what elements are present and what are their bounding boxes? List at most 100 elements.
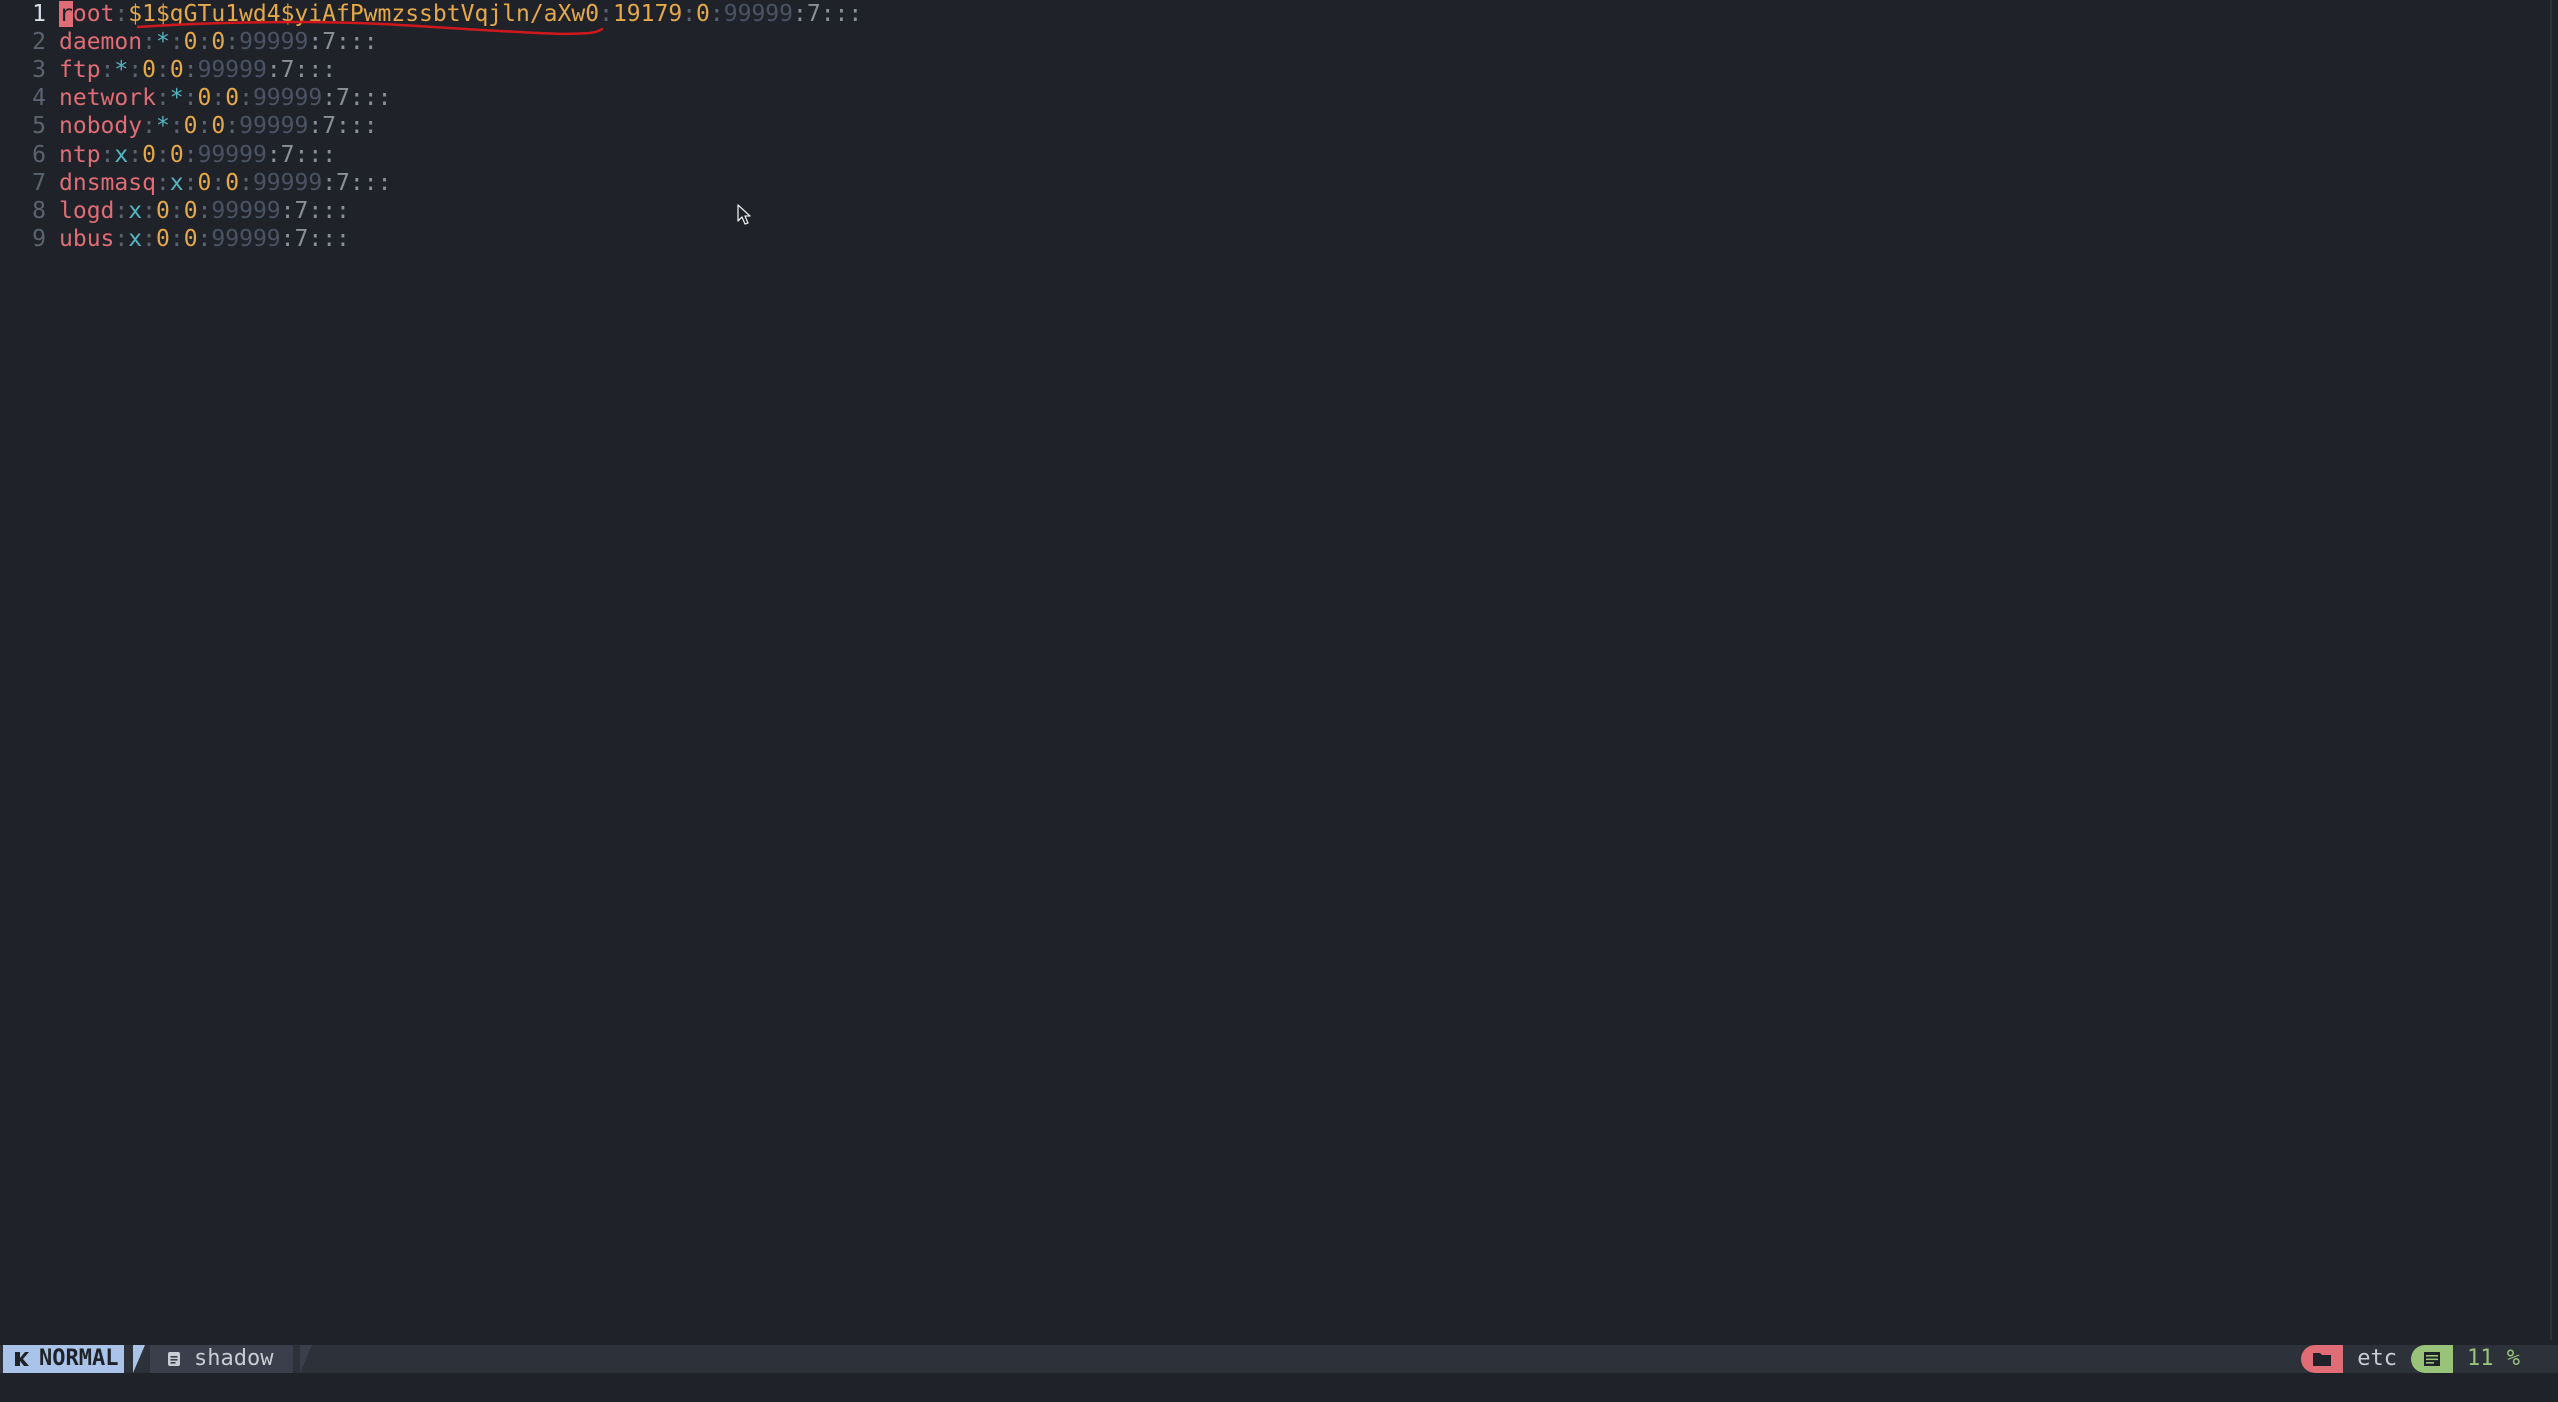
syntax-token: :7::: <box>280 225 350 252</box>
syntax-token: $1$gGTu1wd4$yiAfPwmzssbtVqjln/aXw0 <box>128 1 600 27</box>
syntax-token: :7::: <box>266 141 337 168</box>
syntax-token: : <box>197 225 212 252</box>
line-number: 1 <box>32 1 46 27</box>
syntax-token: x <box>128 197 143 224</box>
syntax-token: ntp <box>59 141 101 168</box>
syntax-token: : <box>599 1 613 27</box>
syntax-token: : <box>142 113 156 140</box>
line-text: dnsmasq:x:0:0:99999:7::: <box>59 169 391 197</box>
syntax-token: :7::: <box>308 29 378 56</box>
editor-line[interactable]: 5 nobody:*:0:0:99999:7::: <box>0 112 2540 140</box>
syntax-token: 0 <box>183 197 198 224</box>
syntax-token: : <box>183 169 198 196</box>
syntax-token: : <box>114 197 129 224</box>
syntax-token: : <box>155 169 170 196</box>
text-cursor: r <box>59 1 73 27</box>
scroll-progress: 11 % <box>2467 1346 2520 1371</box>
line-number: 4 <box>32 85 46 112</box>
syntax-token: 0 <box>197 169 212 196</box>
syntax-token: :7::: <box>280 197 350 224</box>
syntax-token: : <box>142 197 156 224</box>
syntax-token: 99999 <box>239 29 309 56</box>
syntax-token: : <box>114 1 129 27</box>
editor-line[interactable]: 2 daemon:*:0:0:99999:7::: <box>0 28 2540 56</box>
mouse-cursor-icon <box>737 204 751 225</box>
syntax-token: * <box>155 29 170 56</box>
editor-buffer[interactable]: 1 root:$1$gGTu1wd4$yiAfPwmzssbtVqjln/aXw0… <box>0 0 2558 1340</box>
editor-line[interactable]: 8 logd:x:0:0:99999:7::: <box>0 197 2540 225</box>
file-name: shadow <box>194 1346 274 1371</box>
syntax-token: 99999 <box>252 169 323 196</box>
line-number: 3 <box>32 57 46 84</box>
syntax-token: : <box>128 141 143 168</box>
syntax-token: : <box>100 57 115 84</box>
folder-icon <box>2313 1353 2332 1366</box>
right-status-group: etc 11 % <box>2301 1345 2534 1373</box>
syntax-token: 99999 <box>252 85 323 112</box>
syntax-token: 99999 <box>211 197 281 224</box>
syntax-token: : <box>197 113 212 140</box>
syntax-token: oot <box>72 1 115 27</box>
syntax-token: 0 <box>211 113 226 140</box>
syntax-token: : <box>709 1 724 27</box>
mode-separator <box>133 1345 145 1373</box>
line-text: ubus:x:0:0:99999:7::: <box>59 225 350 253</box>
status-line: NORMAL shadow etc 11 % <box>0 1345 2558 1373</box>
line-number: 5 <box>32 113 46 140</box>
editor-line[interactable]: 3 ftp:*:0:0:99999:7::: <box>0 56 2540 84</box>
syntax-token: 0 <box>225 169 240 196</box>
syntax-token: : <box>225 29 240 56</box>
file-name-segment[interactable]: shadow <box>150 1345 294 1373</box>
line-text: root:$1$gGTu1wd4$yiAfPwmzssbtVqjln/aXw0:… <box>59 0 862 28</box>
syntax-token: 0 <box>225 85 240 112</box>
syntax-token: 0 <box>211 29 226 56</box>
editor-line[interactable]: 7 dnsmasq:x:0:0:99999:7::: <box>0 169 2540 197</box>
syntax-token: : <box>211 85 226 112</box>
editor-line[interactable]: 9 ubus:x:0:0:99999:7::: <box>0 225 2540 253</box>
syntax-token: : <box>169 225 184 252</box>
line-number: 8 <box>32 197 46 224</box>
syntax-token: :7::: <box>793 1 863 27</box>
editor-line[interactable]: 4 network:*:0:0:99999:7::: <box>0 84 2540 112</box>
syntax-token: 0 <box>169 57 184 84</box>
syntax-token: : <box>142 29 156 56</box>
syntax-token: : <box>682 1 697 27</box>
line-number: 9 <box>32 225 46 252</box>
syntax-token: : <box>169 197 184 224</box>
syntax-token: 99999 <box>239 113 309 140</box>
file-separator <box>300 1345 312 1373</box>
syntax-token: :7::: <box>322 85 392 112</box>
syntax-token: : <box>142 225 156 252</box>
line-text: nobody:*:0:0:99999:7::: <box>59 112 378 140</box>
syntax-token: : <box>239 169 253 196</box>
syntax-token: : <box>169 113 184 140</box>
progress-badge <box>2411 1345 2454 1373</box>
terminal-window: 1 root:$1$gGTu1wd4$yiAfPwmzssbtVqjln/aXw0… <box>0 0 2558 1402</box>
editor-line[interactable]: 1 root:$1$gGTu1wd4$yiAfPwmzssbtVqjln/aXw0… <box>0 0 2540 28</box>
syntax-token: * <box>169 85 184 112</box>
line-text: daemon:*:0:0:99999:7::: <box>59 28 378 56</box>
syntax-token: : <box>128 57 143 84</box>
syntax-token: daemon <box>59 29 143 56</box>
syntax-token: nobody <box>59 113 143 140</box>
syntax-token: ftp <box>59 57 101 84</box>
syntax-token: 99999 <box>723 1 794 27</box>
syntax-token: : <box>197 197 212 224</box>
syntax-token: :7::: <box>266 57 337 84</box>
line-number: 7 <box>32 169 46 196</box>
syntax-token: * <box>155 113 170 140</box>
syntax-token: : <box>169 29 184 56</box>
syntax-token: : <box>183 85 198 112</box>
syntax-token: 0 <box>183 113 198 140</box>
editor-line[interactable]: 6 ntp:x:0:0:99999:7::: <box>0 141 2540 169</box>
syntax-token: 99999 <box>211 225 281 252</box>
syntax-token: 99999 <box>197 57 267 84</box>
directory-badge <box>2301 1345 2344 1373</box>
syntax-token: x <box>114 141 129 168</box>
syntax-token: 0 <box>155 197 170 224</box>
syntax-token: x <box>128 225 143 252</box>
syntax-token: : <box>239 85 253 112</box>
syntax-token: 99999 <box>197 141 267 168</box>
syntax-token: 0 <box>696 1 710 27</box>
syntax-token: logd <box>59 197 115 224</box>
